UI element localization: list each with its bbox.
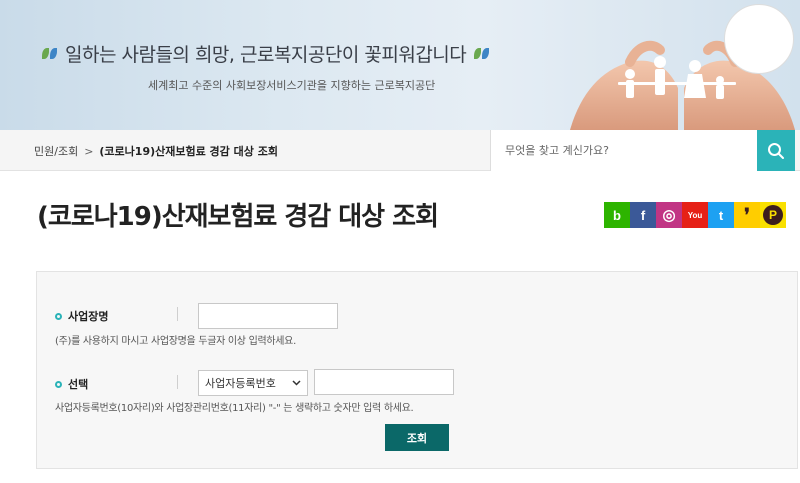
search-form-panel: 사업장명 (주)를 사용하지 마시고 사업장명을 두글자 이상 입력하세요. 선… [36, 271, 798, 469]
selection-label-text: 선택 [68, 378, 89, 391]
id-type-select-value: 사업자등록번호 [205, 377, 276, 390]
business-name-label: 사업장명 [55, 308, 108, 324]
divider [177, 375, 178, 389]
instagram-icon[interactable]: ◎ [656, 202, 682, 228]
banner-subtitle: 세계최고 수준의 사회보장서비스기관을 지향하는 근로복지공단 [148, 79, 436, 92]
selection-help: 사업자등록번호(10자리)와 사업장관리번호(11자리) "-" 는 생략하고 … [55, 403, 414, 414]
breadcrumb-current: (코로나19)산재보험료 경감 대상 조회 [99, 145, 278, 158]
header-banner: 일하는 사람들의 희망, 근로복지공단이 꽃피워갑니다 세계최고 수준의 사회보… [0, 0, 800, 130]
search-input[interactable] [491, 130, 757, 171]
page-title: (코로나19)산재보험료 경감 대상 조회 [37, 202, 439, 232]
youtube-icon[interactable]: You [682, 202, 708, 228]
breadcrumb-separator: > [84, 145, 94, 158]
search-box [490, 130, 757, 171]
chevron-down-icon [292, 380, 301, 386]
search-submit-button[interactable]: 조회 [385, 424, 449, 451]
leaf-icon [42, 48, 57, 59]
slogan-text: 일하는 사람들의 희망, 근로복지공단이 꽃피워갑니다 [65, 44, 467, 66]
bullet-icon [55, 380, 62, 388]
facebook-icon[interactable]: f [630, 202, 656, 228]
kakaostory-icon[interactable]: ❜ [734, 202, 760, 228]
sns-share-group: b f ◎ You t ❜ P [604, 202, 786, 228]
breadcrumb: 민원/조회 > (코로나19)산재보험료 경감 대상 조회 [34, 143, 278, 159]
bullet-icon [55, 312, 62, 320]
leaf-icon [474, 48, 490, 59]
search-icon [768, 142, 784, 159]
banner-slogan: 일하는 사람들의 희망, 근로복지공단이 꽃피워갑니다 [42, 40, 490, 67]
location-bar: 민원/조회 > (코로나19)산재보험료 경감 대상 조회 [0, 130, 800, 171]
business-name-label-text: 사업장명 [68, 310, 109, 323]
selection-label: 선택 [55, 376, 88, 392]
id-type-select[interactable]: 사업자등록번호 [198, 370, 308, 396]
search-button[interactable] [757, 130, 795, 171]
id-number-input[interactable] [314, 369, 454, 395]
business-name-input[interactable] [198, 303, 338, 329]
blog-icon[interactable]: b [604, 202, 630, 228]
kakaotalk-icon[interactable]: P [760, 202, 786, 228]
mascot-badge [724, 4, 794, 74]
twitter-icon[interactable]: t [708, 202, 734, 228]
kakaotalk-label: P [763, 205, 783, 225]
breadcrumb-parent[interactable]: 민원/조회 [34, 145, 78, 158]
business-name-help: (주)를 사용하지 마시고 사업장명을 두글자 이상 입력하세요. [55, 336, 296, 347]
divider [177, 307, 178, 321]
